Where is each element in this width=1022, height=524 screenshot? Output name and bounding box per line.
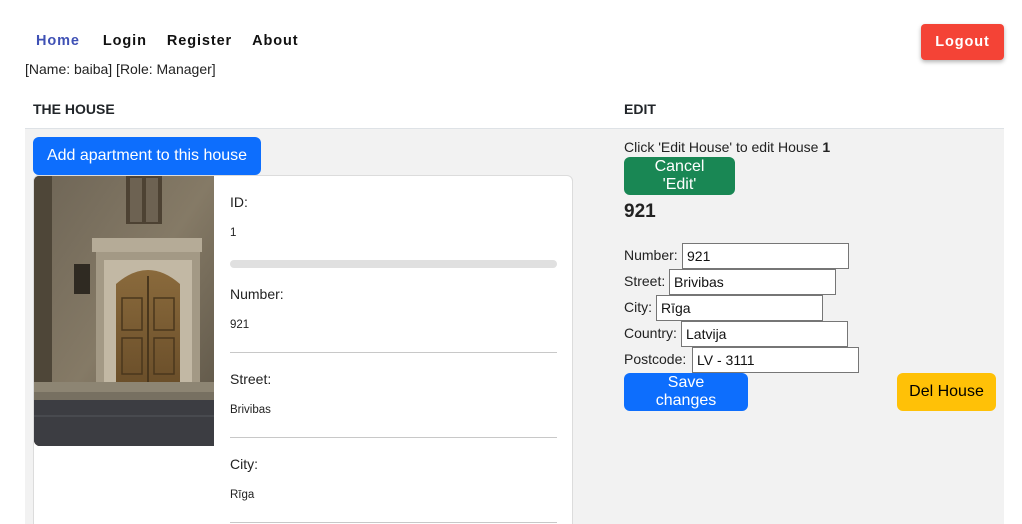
postcode-field-label: Postcode:	[624, 351, 687, 367]
nav-login-link[interactable]: Login	[103, 33, 147, 49]
house-photo-image	[34, 176, 214, 446]
nav-home-link[interactable]: Home	[36, 33, 80, 49]
country-input[interactable]	[681, 321, 848, 347]
add-apartment-button[interactable]: Add apartment to this house	[33, 137, 261, 175]
save-changes-button[interactable]: Save changes	[624, 373, 748, 411]
edit-hint-house-id: 1	[822, 139, 831, 155]
id-label: ID:	[230, 194, 248, 210]
divider	[230, 352, 557, 353]
city-label: City:	[230, 456, 258, 472]
edit-hint-text: Click 'Edit House' to edit House	[624, 139, 823, 155]
id-value: 1	[230, 227, 237, 239]
house-photo	[34, 176, 214, 446]
edit-column-header: EDIT	[624, 101, 656, 117]
postcode-input[interactable]	[692, 347, 859, 373]
main-nav: Home Login Register About	[28, 30, 318, 52]
progress-bar	[230, 260, 557, 268]
cancel-edit-button[interactable]: Cancel 'Edit'	[624, 157, 735, 195]
city-value: Rīga	[230, 489, 255, 501]
edit-hint: Click 'Edit House' to edit House 1	[624, 139, 830, 155]
nav-register-link[interactable]: Register	[167, 33, 232, 49]
number-value: 921	[230, 319, 250, 331]
delete-house-button[interactable]: Del House	[897, 373, 996, 411]
country-field-label: Country:	[624, 325, 677, 341]
number-input[interactable]	[682, 243, 849, 269]
nav-about-link[interactable]: About	[252, 33, 298, 49]
user-info: [Name: baiba] [Role: Manager]	[25, 61, 216, 77]
logout-button[interactable]: Logout	[921, 24, 1004, 60]
street-field-label: Street:	[624, 273, 666, 289]
house-column-header: THE HOUSE	[33, 101, 115, 117]
edit-house-number-heading: 921	[624, 201, 656, 222]
street-input[interactable]	[669, 269, 836, 295]
divider	[230, 437, 557, 438]
street-label: Street:	[230, 371, 272, 387]
street-value: Brivibas	[230, 404, 271, 416]
number-label: Number:	[230, 286, 284, 302]
city-input[interactable]	[656, 295, 823, 321]
divider	[230, 522, 557, 523]
city-field-label: City:	[624, 299, 652, 315]
table-header: THE HOUSE EDIT	[25, 91, 1004, 129]
house-card: ID: 1 Number: 921 Street: Brivibas City:…	[33, 175, 573, 524]
number-field-label: Number:	[624, 247, 678, 263]
